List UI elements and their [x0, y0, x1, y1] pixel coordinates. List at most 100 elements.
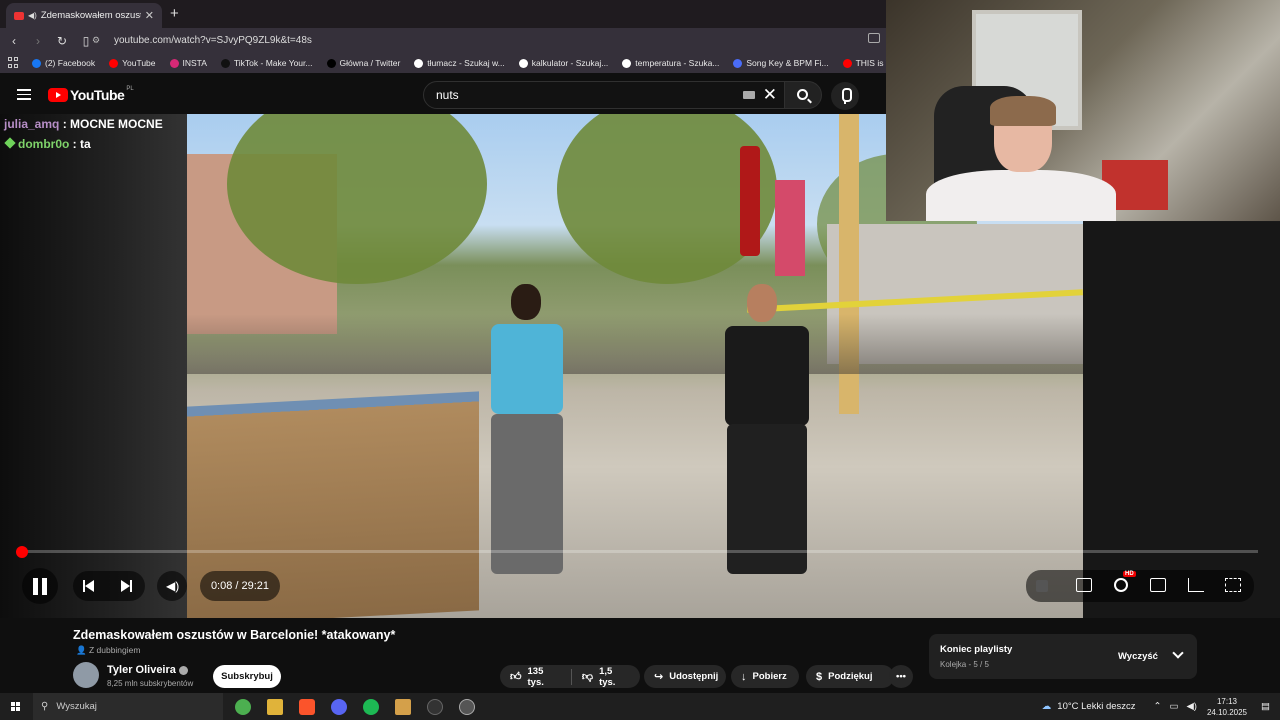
close-tab-icon[interactable]: ✕ — [145, 9, 154, 22]
youtube-logo[interactable]: YouTube PL — [48, 86, 134, 103]
video-letterbox-left — [0, 114, 187, 618]
bookmark-label: (2) Facebook — [45, 58, 96, 68]
pause-button[interactable] — [22, 568, 58, 604]
search-placeholder: Wyszukaj — [56, 701, 97, 712]
thanks-button[interactable]: $ Podziękuj — [806, 665, 894, 688]
bookmark-label: Song Key & BPM Fi... — [746, 58, 829, 68]
brave-browser-icon[interactable] — [299, 698, 315, 715]
clear-playlist-button[interactable]: Wyczyść — [1118, 651, 1158, 662]
verified-icon — [178, 665, 188, 675]
bookmark-item[interactable]: TikTok - Make Your... — [220, 58, 313, 68]
windows-start-icon[interactable] — [11, 701, 21, 712]
keyboard-icon[interactable] — [743, 91, 755, 99]
bookmark-item[interactable]: Główna / Twitter — [326, 58, 400, 68]
search-icon: ⚲ — [41, 701, 49, 712]
like-icon[interactable]: 👍︎ — [510, 670, 522, 683]
cast-to-tv-icon[interactable] — [1188, 578, 1204, 592]
search-icon — [797, 89, 808, 100]
bookmark-favicon-icon — [842, 58, 852, 68]
volume-button[interactable]: ◀) — [157, 571, 187, 601]
tab-title: Zdemaskowałem oszustów w — [40, 10, 141, 21]
thanks-icon: $ — [816, 670, 823, 683]
bookmark-item[interactable]: YouTube — [109, 58, 156, 68]
video-letterbox-right — [1083, 222, 1280, 618]
youtube-favicon-icon — [14, 11, 24, 20]
download-button[interactable]: ↓ Pobierz — [731, 665, 799, 688]
youtube-logo-text: YouTube — [70, 87, 125, 103]
more-icon: ••• — [896, 671, 906, 682]
subscribe-button[interactable]: Subskrybuj — [213, 665, 281, 688]
new-tab-icon[interactable]: + — [170, 5, 179, 22]
dislike-count[interactable]: 1,5 tys. — [599, 666, 630, 688]
playlist-subtitle: Kolejka - 5 / 5 — [940, 660, 989, 669]
previous-icon[interactable] — [83, 580, 94, 592]
bookmark-item[interactable]: INSTA — [169, 58, 207, 68]
fullscreen-icon[interactable] — [1225, 578, 1241, 592]
download-icon: ↓ — [741, 670, 747, 683]
webcam-overlay — [886, 0, 1280, 221]
download-label: Pobierz — [752, 671, 787, 682]
clock[interactable]: 17:13 24.10.2025 — [1207, 696, 1247, 718]
hd-badge: HD — [1123, 571, 1136, 577]
system-tray: ☁ 10°C Lekki deszcz ⌃ ▭ ◀) 17:13 24.10.2… — [1042, 693, 1280, 720]
channel-name-text: Tyler Oliveira — [107, 664, 176, 676]
share-icon: ↪ — [654, 671, 664, 683]
discord-icon[interactable] — [331, 698, 347, 715]
obs-icon[interactable] — [459, 698, 475, 715]
youtube-play-icon — [48, 88, 68, 102]
tray-arrow-icon[interactable]: ⌃ — [1154, 701, 1162, 712]
bookmarks-bar: (2) Facebook YouTube INSTA TikTok - Make Yo… — [0, 53, 924, 73]
bookmark-favicon-icon — [32, 58, 41, 68]
progress-bar[interactable] — [22, 550, 1258, 553]
address-bar[interactable]: ⚙ youtube.com/watch?v=SJvyPQ9ZL9k&t=48s — [92, 31, 882, 50]
bookmark-favicon-icon — [622, 58, 632, 68]
bookmark-label: kalkulator - Szukaj... — [531, 58, 609, 68]
bookmark-item[interactable]: Song Key & BPM Fi... — [733, 58, 829, 68]
channel-avatar[interactable] — [73, 662, 99, 688]
spotify-icon[interactable] — [363, 698, 379, 715]
bookmark-item[interactable]: temperatura - Szuka... — [622, 58, 719, 68]
chat-user: dombr0o — [18, 137, 70, 151]
chevron-down-icon[interactable] — [1172, 647, 1184, 659]
clear-search-icon[interactable]: ✕ — [763, 85, 777, 105]
forward-icon[interactable]: › — [28, 34, 48, 48]
voice-search-icon[interactable] — [831, 82, 859, 110]
reload-icon[interactable]: ↻ — [52, 34, 72, 48]
app-icon[interactable] — [235, 698, 251, 715]
cast-icon[interactable] — [868, 33, 880, 43]
bookmark-item[interactable]: (2) Facebook — [32, 58, 95, 68]
miniplayer-icon[interactable] — [1150, 578, 1166, 592]
bookmark-favicon-icon — [518, 58, 528, 68]
channel-name[interactable]: Tyler Oliveira — [107, 664, 188, 676]
settings-gear-icon[interactable] — [1114, 578, 1128, 592]
browser-tab[interactable]: ◀) Zdemaskowałem oszustów w ✕ — [6, 3, 162, 28]
back-icon[interactable]: ‹ — [4, 34, 24, 48]
search-input[interactable]: nuts ✕ — [423, 81, 786, 109]
search-button[interactable] — [784, 81, 822, 109]
notifications-icon[interactable]: ▤ — [1261, 701, 1270, 712]
bookmark-item[interactable]: tłumacz - Szukaj w... — [414, 58, 505, 68]
network-icon[interactable]: ▭ — [1170, 701, 1179, 712]
app-icon[interactable] — [427, 698, 443, 715]
dislike-icon[interactable]: 👎︎ — [582, 670, 593, 683]
autoplay-toggle-icon[interactable] — [1036, 580, 1048, 592]
subtitles-icon[interactable] — [1076, 578, 1092, 592]
streamer-hair — [990, 96, 1056, 126]
bookmark-item[interactable]: kalkulator - Szukaj... — [518, 58, 609, 68]
volume-tray-icon[interactable]: ◀) — [1186, 701, 1196, 712]
scrubber-handle[interactable] — [16, 546, 28, 558]
file-explorer-icon[interactable] — [267, 698, 283, 715]
speaker-icon[interactable]: ◀) — [28, 11, 37, 20]
apps-grid-icon[interactable] — [8, 57, 18, 69]
share-button[interactable]: ↪ Udostępnij — [644, 665, 726, 688]
more-actions-button[interactable]: ••• — [889, 665, 913, 688]
taskbar-search[interactable]: ⚲ Wyszukaj — [33, 693, 223, 720]
subscriber-count: 8,25 mln subskrybentów — [107, 679, 194, 688]
weather-text[interactable]: 10°C Lekki deszcz — [1057, 701, 1135, 712]
app-icon[interactable] — [395, 698, 411, 715]
next-icon[interactable] — [121, 580, 132, 592]
like-count[interactable]: 135 tys. — [528, 666, 561, 688]
site-info-icon[interactable]: ⚙ — [92, 35, 106, 46]
bookmark-favicon-icon — [220, 58, 230, 68]
hamburger-menu-icon[interactable] — [17, 89, 31, 100]
